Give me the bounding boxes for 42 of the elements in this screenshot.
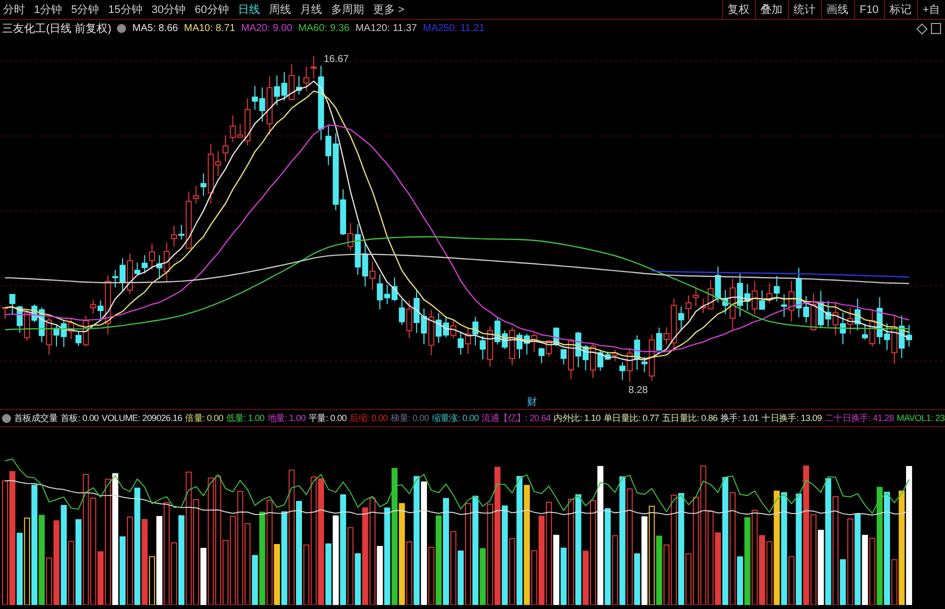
period-tab[interactable]: 月线	[300, 2, 322, 17]
moving-average-value: MA5: 8.66	[132, 23, 178, 34]
period-tab[interactable]: 5分钟	[71, 2, 100, 17]
indicator-value: 流通【亿】: 20.64	[482, 412, 551, 424]
indicator-value: 低量: 1.00	[226, 412, 264, 424]
indicator-value: 地量: 1.00	[267, 412, 306, 424]
indicator-value: 换手: 1.01	[720, 412, 759, 424]
event-marker[interactable]: 财	[526, 397, 537, 408]
chart-title: 三友化工(日线 前复权)	[2, 22, 112, 36]
indicator-value: 单日量比: 0.77	[603, 412, 659, 424]
indicator-value: 梯量: 0.00	[390, 412, 429, 424]
panel-icon[interactable]	[931, 23, 941, 34]
period-tab[interactable]: 日线	[238, 2, 260, 17]
period-tab[interactable]: 60分钟	[194, 2, 229, 17]
low-price-label: 8.28	[628, 385, 648, 396]
moving-average-value: MA20: 9.00	[241, 23, 292, 34]
period-tab[interactable]: 1分钟	[34, 2, 62, 17]
period-tab[interactable]: 多周期	[331, 2, 364, 17]
moving-average-value: MA60: 9.36	[298, 23, 350, 34]
indicator-value: 五日量比: 0.86	[662, 412, 718, 424]
period-tab[interactable]: 周线	[269, 2, 291, 17]
indicator-value: 内外比: 1.10	[554, 412, 600, 424]
moving-average-value: MA120: 11.37	[355, 23, 417, 34]
period-tab[interactable]: 分时	[3, 2, 25, 17]
moving-average-value: MA10: 8.71	[184, 23, 236, 34]
period-tab[interactable]: 30分钟	[152, 2, 186, 17]
indicator-value: 首板: 0.00	[60, 412, 99, 424]
indicator-value: VOLUME: 209026.16	[102, 413, 182, 423]
period-tab[interactable]: 更多 >	[373, 2, 404, 17]
indicator-value: 十日换手: 13.09	[762, 412, 822, 424]
high-price-label: 16.67	[324, 54, 349, 65]
indicator-value: 平量: 0.00	[308, 412, 347, 424]
indicator-value: 二十日换手: 41.28	[824, 412, 894, 424]
indicator-value: 倍量: 0.00	[185, 412, 224, 424]
settings-icon[interactable]	[117, 24, 126, 33]
indicator-value: 后缩: 0.00	[350, 412, 388, 424]
moving-average-value: MA250: 11.21	[422, 23, 485, 34]
period-tab[interactable]: 15分钟	[108, 2, 142, 17]
indicator-value: 缩量涨: 0.00	[432, 412, 479, 424]
settings-icon[interactable]	[2, 414, 11, 422]
indicator-value: MAVOL1: 23	[896, 413, 945, 423]
indicator-name: 首板成交量	[14, 412, 58, 424]
